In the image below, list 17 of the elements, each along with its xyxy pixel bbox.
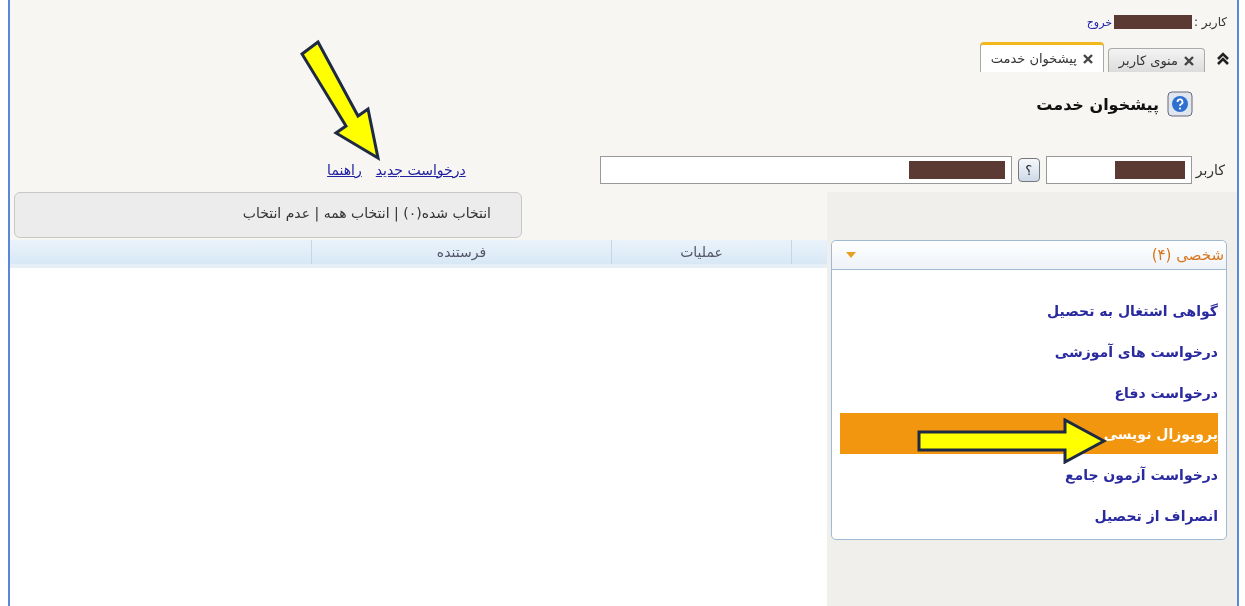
- tab[interactable]: پیشخوان خدمت: [979, 42, 1104, 72]
- tab[interactable]: منوی کاربر: [1107, 48, 1205, 72]
- selection-bar[interactable]: انتخاب شده(۰) | انتخاب همه | عدم انتخاب: [14, 192, 522, 238]
- page-title: پیشخوان خدمت: [1036, 94, 1159, 114]
- column-header[interactable]: فرستنده: [311, 240, 611, 264]
- sidebar-item[interactable]: درخواست آزمون جامع: [840, 454, 1218, 495]
- link[interactable]: راهنما: [327, 162, 362, 178]
- sidebar-item[interactable]: درخواست دفاع: [840, 372, 1218, 413]
- lookup-button[interactable]: ؟: [1017, 158, 1040, 182]
- user-label: کاربر :: [1194, 15, 1227, 29]
- sidebar-item[interactable]: درخواست های آموزشی: [840, 331, 1218, 372]
- field-label: کاربر: [1195, 162, 1225, 178]
- link[interactable]: درخواست جدید: [375, 162, 466, 178]
- column-header[interactable]: عملیات: [611, 240, 791, 264]
- logout-link[interactable]: خروج: [1086, 15, 1112, 29]
- sidebar-item[interactable]: گواهی اشتغال به تحصیل: [840, 290, 1218, 331]
- sidebar-item[interactable]: انصراف از تحصیل: [840, 495, 1218, 536]
